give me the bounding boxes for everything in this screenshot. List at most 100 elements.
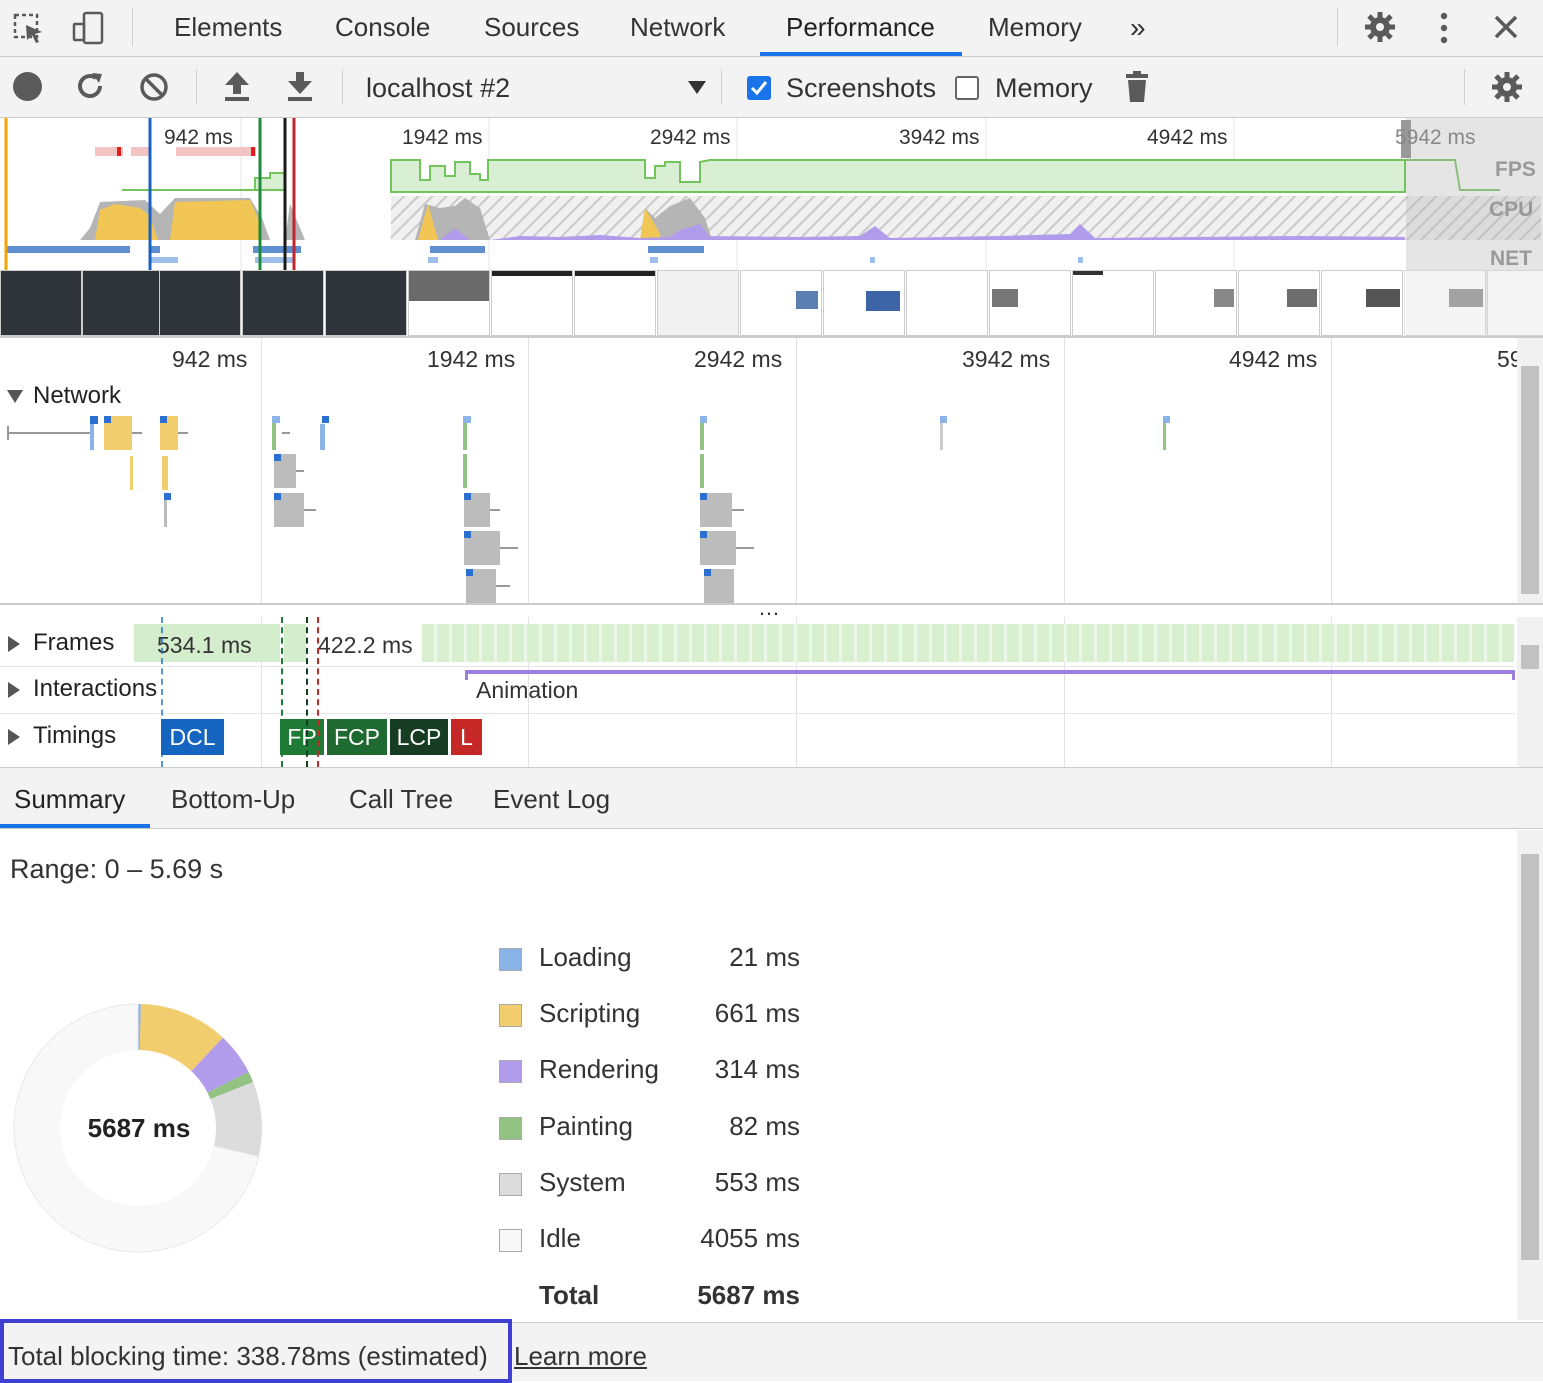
summary-row: 553 ms System: [0, 1167, 800, 1207]
detail-tracks[interactable]: Frames 534.1 ms 422.2 ms Interactions An…: [0, 617, 1543, 768]
customize-menu-kebab-icon[interactable]: [1436, 12, 1452, 49]
learn-more-link[interactable]: Learn more: [514, 1341, 647, 1372]
tab-bottom-up[interactable]: Bottom-Up: [171, 784, 295, 815]
tab-memory[interactable]: Memory: [988, 12, 1082, 43]
screenshot-thumbnail[interactable]: [82, 270, 164, 336]
tab-sources[interactable]: Sources: [484, 12, 579, 43]
load-marker[interactable]: L: [451, 719, 482, 755]
screenshot-thumbnail[interactable]: [657, 270, 739, 336]
clear-icon[interactable]: [138, 71, 170, 108]
profile-select-dropdown-icon[interactable]: [688, 81, 706, 94]
summary-scrollbar-thumb[interactable]: [1521, 854, 1539, 1260]
screenshot-thumbnail[interactable]: [1155, 270, 1237, 336]
profile-select[interactable]: localhost #2: [366, 73, 510, 104]
summary-row-label: Scripting: [539, 998, 641, 1029]
screenshot-thumbnail[interactable]: [906, 270, 988, 336]
screenshot-thumbnail[interactable]: [0, 270, 82, 336]
frames-expand-icon[interactable]: [8, 636, 20, 652]
screenshots-checkbox[interactable]: [747, 76, 771, 100]
memory-checkbox[interactable]: [955, 76, 979, 100]
memory-label: Memory: [995, 73, 1093, 103]
overview-time-label: 4942 ms: [1147, 126, 1228, 149]
net-lane-label: NET: [1490, 247, 1532, 270]
screenshot-thumbnail[interactable]: [823, 270, 905, 336]
network-scrollbar-thumb[interactable]: [1521, 366, 1539, 594]
interactions-track-label[interactable]: Interactions: [33, 675, 157, 703]
summary-row-label: Idle: [539, 1223, 581, 1253]
record-icon[interactable]: [13, 72, 42, 101]
tab-console[interactable]: Console: [335, 12, 430, 43]
device-toolbar-icon[interactable]: [70, 10, 106, 46]
screenshot-thumbnail[interactable]: [242, 270, 324, 336]
frames-strip[interactable]: [422, 624, 1514, 662]
screenshots-label: Screenshots: [786, 73, 937, 103]
capture-settings-gear-icon[interactable]: [1490, 70, 1524, 109]
summary-row: 21 ms Loading: [0, 942, 800, 982]
performance-toolbar: localhost #2 Screenshots Memory: [0, 57, 1543, 118]
tab-elements[interactable]: Elements: [174, 12, 282, 43]
legend-swatch: [499, 1229, 522, 1252]
summary-total-row: 5687 ms Total: [0, 1280, 800, 1320]
screenshot-thumbnail[interactable]: [989, 270, 1071, 336]
timeline-overview[interactable]: 942 ms 1942 ms 2942 ms 3942 ms 4942 ms 5…: [0, 118, 1543, 338]
summary-row: 4055 ms Idle: [0, 1223, 800, 1263]
fcp-marker[interactable]: FCP: [327, 719, 387, 755]
screenshot-thumbnail[interactable]: [740, 270, 822, 336]
active-tab-indicator: [0, 824, 150, 828]
summary-row-label: Loading: [539, 942, 632, 972]
overview-time-label: 2942 ms: [650, 126, 731, 149]
tab-event-log[interactable]: Event Log: [493, 784, 610, 815]
legend-swatch: [499, 948, 522, 971]
overview-time-label: 5942 ms: [1395, 126, 1476, 149]
network-scrollbar[interactable]: [1517, 338, 1543, 604]
lcp-marker[interactable]: LCP: [390, 719, 448, 755]
screenshot-thumbnail[interactable]: [408, 270, 490, 336]
summary-row: 314 ms Rendering: [0, 1054, 800, 1094]
details-tabbar: Summary Bottom-Up Call Tree Event Log: [0, 768, 1543, 829]
screenshot-thumbnail[interactable]: [1487, 270, 1543, 336]
summary-row-label: Painting: [539, 1110, 633, 1141]
flame-chart-area[interactable]: 942 ms 1942 ms 2942 ms 3942 ms 4942 ms 5…: [0, 338, 1543, 604]
timings-expand-icon[interactable]: [8, 729, 20, 745]
close-icon[interactable]: [1492, 13, 1520, 46]
save-profile-icon[interactable]: [285, 69, 315, 108]
screenshot-thumbnail[interactable]: [325, 270, 407, 336]
frames-track-label[interactable]: Frames: [33, 629, 114, 657]
tracks-scrollbar-thumb[interactable]: [1521, 645, 1539, 669]
screenshot-thumbnail[interactable]: [491, 270, 573, 336]
collect-garbage-trash-icon[interactable]: [1124, 70, 1150, 109]
total-blocking-time: Total blocking time: 338.78ms (estimated…: [8, 1341, 488, 1371]
reload-record-icon[interactable]: [74, 70, 106, 107]
animation-bar[interactable]: [465, 670, 1515, 674]
summary-panel: Range: 0 – 5.69 s 5687 ms 21 ms Loading 66…: [0, 830, 1543, 1322]
overview-time-label: 1942 ms: [402, 126, 483, 149]
load-profile-icon[interactable]: [222, 69, 252, 108]
more-tabs-chevron-icon[interactable]: »: [1130, 12, 1146, 44]
fps-lane-label: FPS: [1495, 158, 1536, 181]
timings-track-label[interactable]: Timings: [33, 722, 116, 750]
screenshot-thumbnail[interactable]: [1072, 270, 1154, 336]
summary-row: 661 ms Scripting: [0, 998, 800, 1038]
tab-network[interactable]: Network: [630, 12, 725, 43]
tab-call-tree[interactable]: Call Tree: [349, 784, 453, 815]
settings-gear-icon[interactable]: [1363, 10, 1397, 49]
active-tab-indicator: [760, 52, 962, 56]
overview-time-label: 942 ms: [164, 126, 233, 149]
screenshot-thumbnail[interactable]: [1238, 270, 1320, 336]
inspect-element-icon[interactable]: [12, 12, 46, 46]
tracks-scrollbar[interactable]: [1517, 617, 1543, 767]
screenshot-thumbnail[interactable]: [574, 270, 656, 336]
frame-duration: 534.1 ms: [157, 632, 252, 658]
overview-time-label: 3942 ms: [899, 126, 980, 149]
legend-swatch: [499, 1060, 522, 1084]
animation-label: Animation: [476, 677, 579, 703]
screenshot-thumbnail[interactable]: [159, 270, 241, 336]
dcl-marker[interactable]: DCL: [161, 719, 224, 755]
legend-swatch: [499, 1116, 522, 1140]
screenshot-thumbnail[interactable]: [1321, 270, 1403, 336]
tab-performance[interactable]: Performance: [786, 12, 935, 43]
screenshot-thumbnail[interactable]: [1404, 270, 1486, 336]
tab-summary[interactable]: Summary: [14, 784, 125, 815]
interactions-expand-icon[interactable]: [8, 682, 20, 698]
summary-scrollbar[interactable]: [1517, 830, 1543, 1320]
